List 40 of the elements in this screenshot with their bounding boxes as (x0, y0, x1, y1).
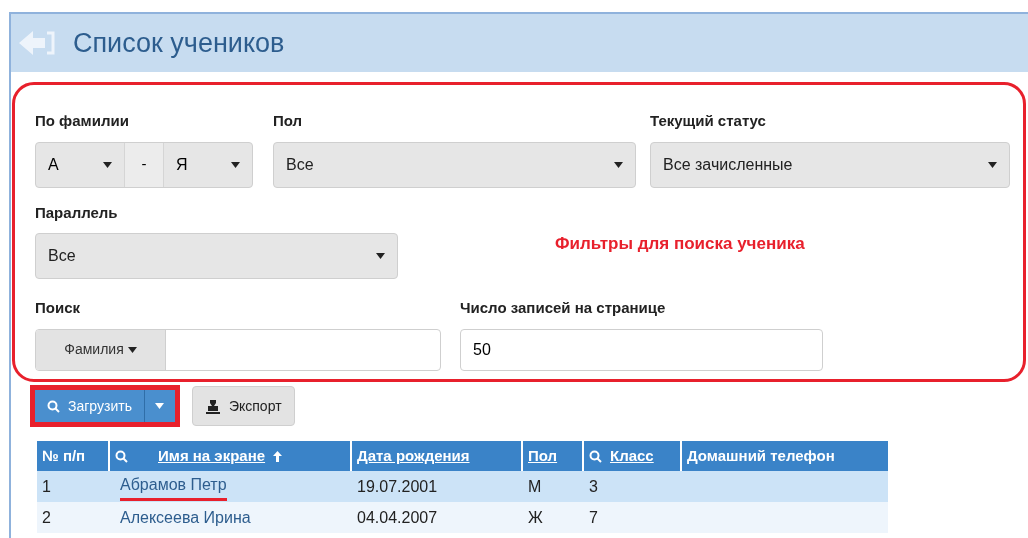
caret-icon (988, 161, 997, 168)
annotation-text: Фильтры для поиска ученика (555, 232, 805, 255)
select-dropdown[interactable]: Все (273, 141, 636, 188)
column-header[interactable]: Дата рождения (352, 441, 521, 471)
caret-icon (155, 403, 165, 409)
field-label: Поиск (35, 298, 81, 318)
page-size-field[interactable]: 50 (460, 328, 823, 371)
search-field[interactable]: Фамилия (35, 328, 441, 371)
table-cell-text: 04.04.2007 (357, 507, 438, 528)
table-cell-text: Ж (528, 507, 543, 528)
field-label: Текущий статус (650, 111, 767, 131)
table-cell-text: 2 (42, 507, 51, 528)
caret-icon (127, 346, 137, 353)
table-cell-text: 3 (589, 476, 598, 497)
column-header[interactable]: Класс (584, 441, 680, 471)
field-label: Пол (273, 111, 304, 131)
field-label: Параллель (35, 202, 119, 223)
select-dropdown[interactable]: Все (35, 233, 398, 279)
student-link[interactable]: Алексеева Ирина (120, 505, 251, 530)
field-label: Число записей на странице (460, 298, 667, 318)
caret-icon (376, 253, 385, 259)
select-dropdown[interactable]: Все зачисленные (650, 141, 1010, 188)
search-icon (589, 449, 602, 463)
search-icon (115, 449, 128, 463)
table-cell-text: М (528, 476, 542, 497)
field-label: По фамилии (35, 111, 130, 131)
search-mode-dropdown[interactable]: Фамилия (36, 329, 166, 370)
sort-up-icon (273, 450, 283, 462)
column-header: № п/п (37, 441, 108, 471)
column-header: Домашний телефон (682, 441, 888, 471)
window-title: Список учеников (73, 26, 285, 60)
table-cell-text: 1 (42, 476, 51, 497)
table-cell-text: 7 (589, 507, 598, 528)
search-icon (47, 399, 60, 413)
column-header[interactable]: Имя на экране (110, 441, 350, 471)
table-cell-text: 19.07.2001 (357, 476, 438, 497)
caret-icon (614, 161, 623, 168)
column-header[interactable]: Пол (523, 441, 582, 471)
stamp-icon (204, 398, 221, 414)
export-button[interactable]: Экспорт (191, 386, 295, 426)
